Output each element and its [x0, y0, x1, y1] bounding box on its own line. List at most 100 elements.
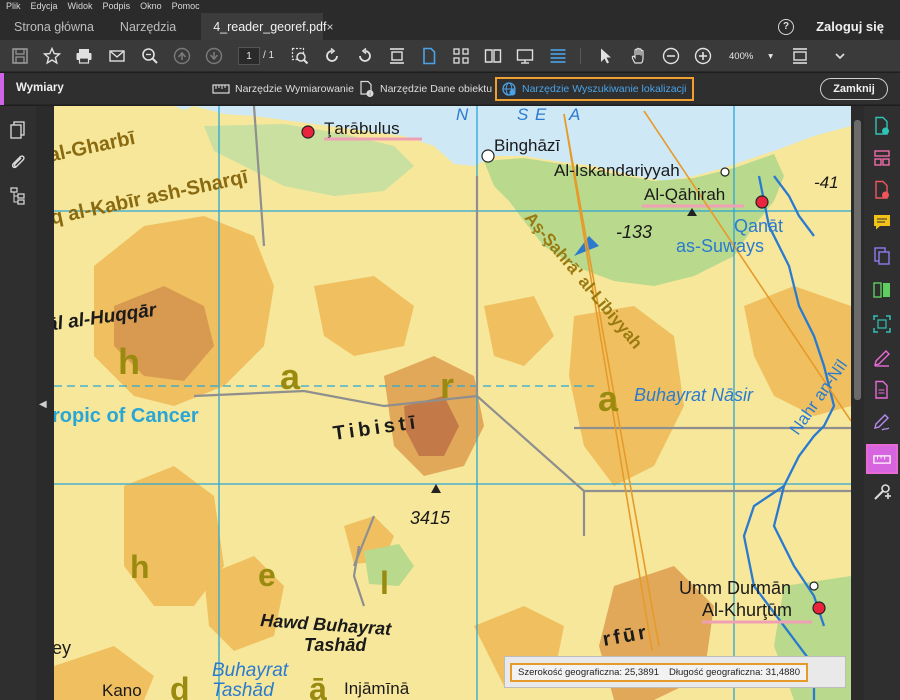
scrolling-view-icon[interactable]	[451, 46, 471, 66]
protect-document-icon[interactable]	[872, 380, 892, 400]
menu-edit[interactable]: Edycja	[31, 0, 58, 13]
document-map-view[interactable]: Ţarābulus Binghāzī Al-Iskandariyyah Al-Q…	[54, 106, 851, 700]
combine-files-icon[interactable]	[872, 246, 892, 266]
bookmark-star-icon[interactable]	[42, 46, 62, 66]
layers-tree-icon[interactable]	[8, 186, 28, 206]
measure-toolbar: Wymiary Narzędzie Wymiarowanie i Narzędz…	[0, 73, 900, 105]
previous-page-icon[interactable]	[172, 46, 192, 66]
map-label-elevation-3415: 3415	[410, 508, 451, 528]
select-cursor-icon[interactable]	[596, 46, 616, 66]
vertical-scrollbar[interactable]	[851, 106, 864, 700]
geo-location-icon	[502, 82, 516, 96]
object-data-tool-label: Narzędzie Dane obiektu	[380, 83, 493, 95]
svg-text:i: i	[369, 92, 370, 98]
single-page-view-icon[interactable]	[419, 46, 439, 66]
map-label-sea-n: N	[456, 106, 469, 124]
map-label-sahara-r: r	[440, 365, 454, 406]
page-number-input[interactable]: 1	[238, 47, 260, 65]
longitude-label: Długość geograficzna:	[669, 667, 764, 678]
latitude-label: Szerokość geograficzna:	[518, 667, 623, 678]
close-tab-icon[interactable]: ×	[326, 20, 333, 34]
menu-bar: Plik Edycja Widok Podpis Okno Pomoc	[0, 0, 900, 13]
scroll-down-chevron-icon[interactable]	[830, 46, 850, 66]
close-measure-button[interactable]: Zamknij	[820, 78, 888, 100]
collapse-left-icon: ◀	[39, 399, 47, 410]
fill-sign-icon[interactable]	[872, 412, 892, 432]
tab-document[interactable]: 4_reader_georef.pdf ×	[201, 13, 334, 40]
map-label-tashad-lake: Tashād	[212, 680, 275, 700]
latitude-value: 25,3891	[624, 667, 660, 678]
measure-tool-label: Narzędzie Wymiarowanie	[235, 83, 354, 95]
ruler-icon	[873, 454, 891, 464]
left-navigation-rail	[0, 106, 36, 700]
map-label-kano: Kano	[102, 681, 142, 700]
scan-ocr-icon[interactable]	[872, 314, 892, 334]
fit-page-icon[interactable]	[387, 46, 407, 66]
geo-location-tool-button[interactable]: Narzędzie Wyszukiwanie lokalizacji	[495, 77, 695, 101]
create-pdf-icon[interactable]	[872, 180, 892, 200]
menu-view[interactable]: Widok	[68, 0, 93, 13]
main-toolbar: 1 / 1 400% ▾	[0, 40, 900, 72]
presentation-icon[interactable]	[515, 46, 535, 66]
print-icon[interactable]	[74, 46, 94, 66]
rotate-counterclockwise-icon[interactable]	[355, 46, 375, 66]
map-label-qanat: Qanāt	[734, 216, 783, 236]
rotate-clockwise-icon[interactable]	[322, 46, 342, 66]
reading-mode-icon[interactable]	[548, 46, 568, 66]
comment-icon[interactable]	[872, 212, 892, 232]
help-icon[interactable]: ?	[778, 18, 795, 35]
zoom-in-icon[interactable]	[693, 46, 713, 66]
left-panel-toggle[interactable]: ◀	[36, 106, 54, 700]
scrollbar-thumb[interactable]	[854, 120, 861, 400]
map-label-sahara-a1: a	[280, 356, 301, 397]
login-link[interactable]: Zaloguj się	[816, 19, 884, 34]
acrobat-window: Plik Edycja Widok Podpis Okno Pomoc Stro…	[0, 0, 900, 700]
zoom-search-icon[interactable]	[140, 46, 160, 66]
menu-file[interactable]: Plik	[6, 0, 21, 13]
marquee-zoom-icon[interactable]	[290, 46, 310, 66]
page-total: / 1	[263, 50, 275, 61]
map-label-sahel-e: e	[258, 557, 276, 593]
edit-pen-icon[interactable]	[872, 348, 892, 368]
map-label-injamina: Injāmīnā	[344, 679, 410, 698]
map-label-buhayrat-lake: Buhayrat	[212, 660, 289, 681]
measure-tool-button[interactable]: Narzędzie Wymiarowanie	[212, 79, 354, 99]
tab-tools[interactable]: Narzędzia	[107, 13, 189, 40]
page-thumbnails-icon[interactable]	[8, 120, 28, 140]
map-label-sahara-h: h	[118, 341, 140, 382]
menu-sign[interactable]: Podpis	[103, 0, 131, 13]
save-icon[interactable]	[10, 46, 30, 66]
tab-bar: Strona główna Narzędzia 4_reader_georef.…	[0, 13, 900, 40]
map-label-binghazi: Binghāzī	[494, 136, 560, 155]
attachments-icon[interactable]	[8, 152, 28, 172]
zoom-out-icon[interactable]	[661, 46, 681, 66]
hand-tool-icon[interactable]	[629, 46, 649, 66]
tab-document-label: 4_reader_georef.pdf	[213, 19, 327, 34]
organize-pages-icon[interactable]	[872, 148, 892, 168]
object-data-icon: i	[360, 80, 374, 98]
map-label-sahel-h: h	[130, 549, 150, 585]
export-pdf-icon[interactable]	[872, 116, 892, 136]
next-page-icon[interactable]	[204, 46, 224, 66]
measure-toolbar-title: Wymiary	[16, 82, 64, 94]
measure-tool-rail-button[interactable]	[866, 444, 898, 474]
map-label-iskandariyyah: Al-Iskandariyyah	[554, 161, 680, 180]
map-label-tashad-basin: Tashād	[304, 635, 367, 655]
tab-home[interactable]: Strona główna	[0, 13, 107, 40]
zoom-level-select[interactable]: 400% ▾	[725, 47, 777, 65]
menu-window[interactable]: Okno	[140, 0, 162, 13]
fit-width-icon[interactable]	[790, 46, 810, 66]
map-canvas: Ţarābulus Binghāzī Al-Iskandariyyah Al-Q…	[54, 106, 851, 700]
email-icon[interactable]	[107, 46, 127, 66]
map-label-qahirah: Al-Qāhirah	[644, 185, 725, 204]
map-label-sudan-d: d	[170, 671, 190, 700]
map-label-sudan-a: ā	[309, 671, 327, 700]
menu-help[interactable]: Pomoc	[172, 0, 200, 13]
map-label-kabir-sharqi: q al-Kabīr ash-Sharqī	[54, 166, 250, 229]
map-label-tropic-cancer: ropic of Cancer	[54, 405, 199, 427]
object-data-tool-button[interactable]: i Narzędzie Dane obiektu	[359, 79, 492, 99]
more-tools-icon[interactable]	[872, 482, 892, 502]
map-label-sea-e: E	[535, 106, 547, 124]
two-page-view-icon[interactable]	[483, 46, 503, 66]
compare-files-icon[interactable]	[872, 280, 892, 300]
